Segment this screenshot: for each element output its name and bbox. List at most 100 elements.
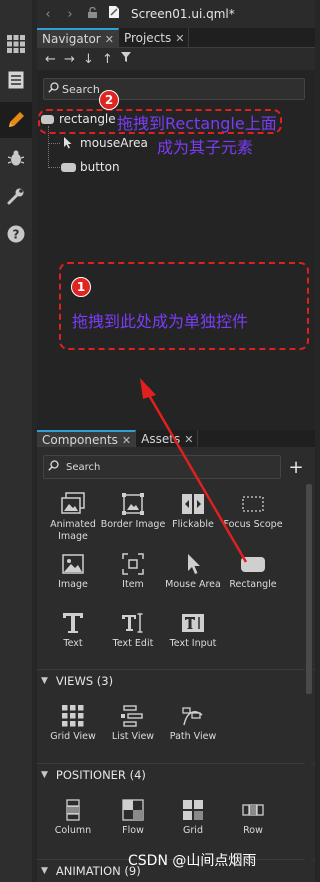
component-label: Image (58, 579, 88, 590)
close-icon[interactable]: ✕ (184, 433, 193, 446)
arrow-down-icon[interactable]: ↓ (79, 52, 98, 67)
annotation-text-1: 拖拽到此处成为单独控件 (72, 312, 249, 331)
section-title: VIEWS (3) (55, 673, 114, 688)
component-mouse-area[interactable]: Mouse Area (160, 551, 226, 591)
component-list-view[interactable]: List View (100, 703, 166, 743)
tab-navigator-label: Navigator (42, 32, 101, 46)
document-icon[interactable] (0, 64, 32, 96)
component-label: Row (243, 825, 263, 836)
chevron-down-icon: ▼ (41, 769, 48, 780)
rectangle-icon (240, 551, 266, 577)
navigator-toolbar: ← → ↓ ↑ (37, 48, 315, 70)
navigator-tabbar: Navigator ✕ Projects ✕ (37, 28, 315, 48)
scrollbar-thumb[interactable] (306, 484, 312, 694)
component-text-input[interactable]: Text Input (160, 610, 226, 650)
search-placeholder: Search (66, 461, 101, 473)
components-search-input[interactable]: Search (43, 455, 281, 479)
component-animated-image[interactable]: Animated Image (40, 491, 106, 543)
component-rectangle[interactable]: Rectangle (220, 551, 286, 591)
tree-item-label: mouseArea (80, 136, 148, 150)
tree-item-mousearea[interactable]: mouseArea (63, 136, 148, 150)
cursor-icon (64, 137, 72, 149)
text-input-icon (180, 610, 206, 636)
column-icon (60, 797, 86, 823)
watermark: CSDN @山间点烟雨 (128, 853, 257, 869)
search-placeholder: Search (62, 82, 100, 96)
component-label: Border Image (100, 519, 166, 530)
annotation-text-2a: 拖拽到Rectangle上面 (117, 114, 277, 133)
component-border-image[interactable]: Border Image (100, 491, 166, 531)
component-label: Text Edit (112, 638, 154, 649)
component-label: Item (122, 579, 144, 590)
chevron-down-icon: ▼ (41, 675, 48, 686)
component-label: Flow (122, 825, 144, 836)
library-tabbar: Components ✕ Assets ✕ (37, 430, 315, 448)
arrow-left-icon[interactable]: ← (41, 52, 60, 67)
component-label: Animated Image (50, 519, 96, 542)
section-title: POSITIONER (4) (55, 767, 146, 782)
document-title[interactable]: Screen01.ui.qml* (131, 7, 235, 21)
component-flow[interactable]: Flow (100, 797, 166, 837)
tree-guide (48, 143, 60, 144)
item-icon (120, 551, 146, 577)
tab-navigator[interactable]: Navigator ✕ (37, 28, 119, 48)
component-label: Path View (169, 731, 217, 742)
wrench-icon[interactable] (0, 180, 32, 212)
component-path-view[interactable]: Path View (160, 703, 226, 743)
tab-assets[interactable]: Assets ✕ (136, 430, 199, 448)
component-label: Grid (183, 825, 203, 836)
close-icon[interactable]: ✕ (122, 434, 131, 447)
component-text-edit[interactable]: Text Edit (100, 610, 166, 650)
section-positioner[interactable]: ▼ POSITIONER (4) (37, 763, 315, 785)
pencil-icon[interactable] (0, 102, 32, 138)
add-icon[interactable]: + (288, 457, 304, 478)
grid-view-icon (60, 703, 86, 729)
focus-scope-icon (240, 491, 266, 517)
lock-icon[interactable] (81, 6, 103, 22)
component-grid[interactable]: Grid (160, 797, 226, 837)
document-toolbar: ‹ › Screen01.ui.qml* (37, 0, 315, 28)
component-row[interactable]: Row (220, 797, 286, 837)
back-icon[interactable]: ‹ (37, 7, 59, 22)
help-icon[interactable]: ? (0, 218, 32, 250)
arrow-up-icon[interactable]: ↑ (98, 52, 117, 67)
annotation-text-2b: 成为其子元素 (157, 138, 254, 157)
navigator-search-input[interactable]: Search (43, 78, 305, 100)
components-panel: Search + Animated Image Border Image Fli… (37, 447, 315, 882)
component-label: List View (111, 731, 155, 742)
component-label: Column (54, 825, 92, 836)
component-label: Mouse Area (165, 579, 221, 590)
close-icon[interactable]: ✕ (105, 33, 114, 46)
text-edit-icon (120, 610, 146, 636)
tab-projects[interactable]: Projects ✕ (119, 28, 190, 48)
component-flickable[interactable]: Flickable (160, 491, 226, 531)
grid-icon[interactable] (0, 28, 32, 60)
component-text[interactable]: Text (40, 610, 106, 650)
close-icon[interactable]: ✕ (175, 32, 184, 45)
tab-components[interactable]: Components ✕ (37, 430, 137, 448)
tab-assets-label: Assets (141, 432, 181, 446)
tree-item-label: button (80, 160, 120, 174)
annotation-badge-2: 2 (99, 90, 119, 110)
bug-icon[interactable] (0, 142, 32, 174)
search-icon (44, 82, 62, 96)
component-focus-scope[interactable]: Focus Scope (220, 491, 286, 531)
annotation-badge-1: 1 (71, 277, 91, 297)
component-column[interactable]: Column (40, 797, 106, 837)
border-image-icon (120, 491, 146, 517)
component-label: Focus Scope (223, 519, 283, 530)
forward-icon[interactable]: › (59, 7, 81, 22)
arrow-right-icon[interactable]: → (60, 52, 79, 67)
row-icon (240, 797, 266, 823)
tab-projects-label: Projects (123, 31, 172, 45)
component-grid-view[interactable]: Grid View (40, 703, 106, 743)
activity-rail: ? (0, 0, 32, 882)
component-item[interactable]: Item (100, 551, 166, 591)
component-image[interactable]: Image (40, 551, 106, 591)
component-label: Flickable (172, 519, 214, 530)
mouse-area-icon (180, 551, 206, 577)
filter-icon[interactable] (117, 51, 136, 67)
tab-components-label: Components (42, 433, 118, 447)
tree-item-button[interactable]: button (61, 160, 120, 174)
section-views[interactable]: ▼ VIEWS (3) (37, 669, 315, 691)
